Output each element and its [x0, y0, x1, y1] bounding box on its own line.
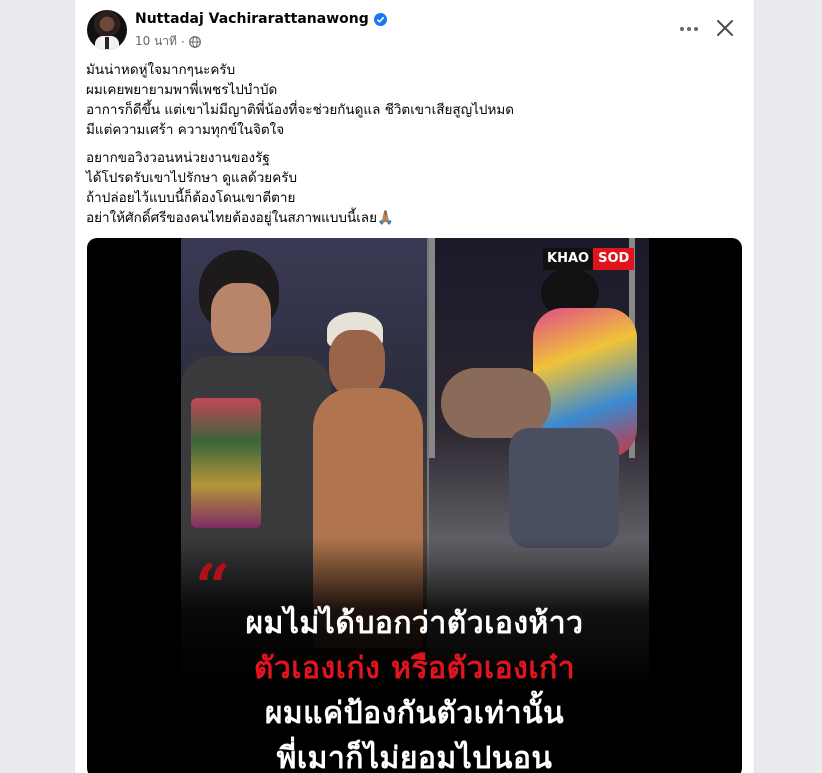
post-line: มันน่าหดหู่ใจมากๆนะครับ — [86, 62, 236, 78]
post-card: Nuttadaj Vachirarattanawong 10 นาที · มั… — [75, 0, 754, 773]
caption-line-3: ผมแค่ป้องกันตัวเท่านั้น — [264, 696, 565, 731]
caption-line-2: ตัวเองเก่ง หรือตัวเองเก๋า — [253, 651, 576, 686]
author-name-row: Nuttadaj Vachirarattanawong — [135, 11, 387, 27]
post-paragraph-2: อยากขอวิงวอนหน่วยงานของรัฐ ได้โปรดรับเขา… — [86, 148, 736, 228]
post-text: มันน่าหดหู่ใจมากๆนะครับ ผมเคยพยายามพาพี่… — [86, 60, 736, 236]
logo-left-text: KHAO — [543, 248, 594, 270]
post-time[interactable]: 10 นาที — [135, 32, 177, 51]
post-line: ถ้าปล่อยไว้แบบนี้ก็ต้องโดนเขาตีตาย — [86, 190, 296, 206]
author-avatar[interactable] — [87, 10, 127, 50]
post-line: อาการก็ดีขึ้น แต่เขาไม่มีญาติพี่น้องที่จ… — [86, 102, 515, 118]
post-meta: 10 นาที · — [135, 32, 201, 51]
post-paragraph-1: มันน่าหดหู่ใจมากๆนะครับ ผมเคยพยายามพาพี่… — [86, 60, 736, 140]
more-horizontal-icon — [679, 27, 700, 31]
meta-separator: · — [180, 34, 185, 49]
close-icon — [717, 20, 733, 36]
post-line: อย่าให้ศักดิ์ศรีของคนไทยต้องอยู่ในสภาพแบ… — [86, 210, 394, 226]
caption-line-1: ผมไม่ได้บอกว่าตัวเองห้าว — [245, 606, 584, 641]
scaffold-pole — [429, 238, 435, 458]
video-player[interactable]: KHAO SOD “ ผมไม่ได้บอกว่าตัวเองห้าว ตัวเ… — [87, 238, 742, 773]
caption-line-4: พี่เมาก็ไม่ยอมไปนอน — [276, 741, 553, 773]
more-options-button[interactable] — [671, 14, 707, 44]
logo-right-text: SOD — [593, 248, 635, 270]
post-line: มีแต่ความเศร้า ความทุกข์ในจิตใจ — [86, 122, 285, 138]
shirt-print — [191, 398, 261, 528]
post-line: อยากขอวิงวอนหน่วยงานของรัฐ — [86, 150, 270, 166]
post-line: ผมเคยพยายามพาพี่เพชรไปบำบัด — [86, 82, 278, 98]
person-figure — [211, 283, 271, 353]
verified-badge-icon — [373, 12, 387, 26]
close-button[interactable] — [709, 12, 741, 44]
avatar-tie — [105, 37, 109, 49]
person-figure — [509, 428, 619, 548]
author-name[interactable]: Nuttadaj Vachirarattanawong — [135, 11, 369, 27]
globe-icon[interactable] — [188, 35, 201, 48]
post-line: ได้โปรดรับเขาไปรักษา ดูแลด้วยครับ — [86, 170, 298, 186]
khaosod-logo: KHAO SOD — [543, 248, 635, 270]
person-figure — [329, 330, 385, 396]
